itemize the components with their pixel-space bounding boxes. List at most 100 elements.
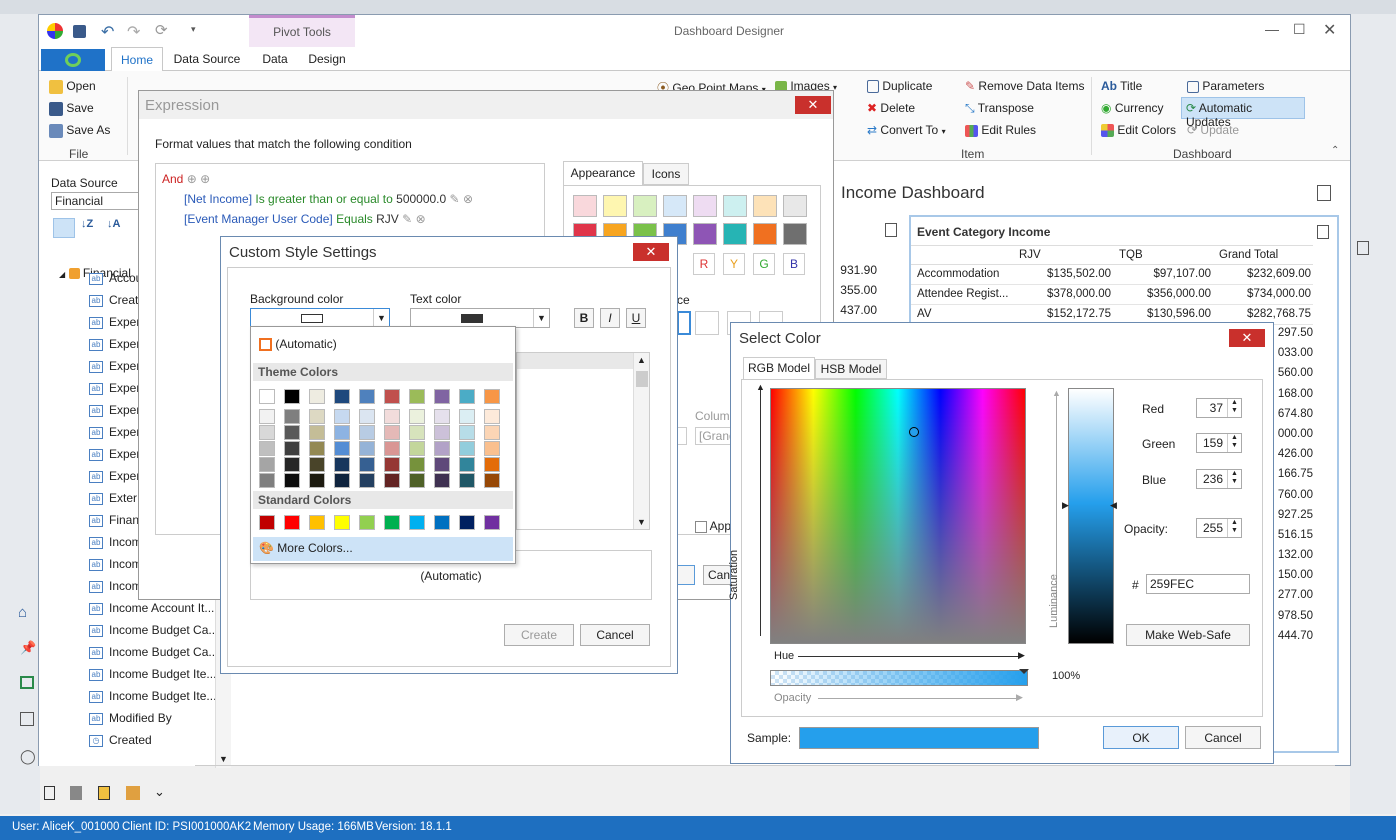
tab-hsb-model[interactable]: HSB Model bbox=[815, 359, 887, 379]
remove-icon[interactable]: ⊗ bbox=[463, 192, 473, 206]
color-swatch[interactable] bbox=[693, 195, 717, 217]
color-swatch[interactable] bbox=[723, 195, 747, 217]
color-swatch[interactable] bbox=[334, 441, 350, 456]
more-colors-option[interactable]: 🎨 More Colors... bbox=[253, 537, 513, 561]
empty-swatch[interactable] bbox=[695, 311, 719, 335]
condition-value[interactable]: RJV bbox=[376, 212, 399, 226]
luminance-handle-right[interactable]: ◀ bbox=[1110, 500, 1117, 511]
user-settings-icon[interactable] bbox=[126, 786, 140, 800]
export-icon[interactable] bbox=[1357, 241, 1369, 255]
list-item[interactable]: ab Income Budget Ite... bbox=[89, 689, 216, 709]
minimize-icon[interactable]: — bbox=[1265, 21, 1279, 37]
list-item[interactable]: ◷ Created bbox=[89, 733, 152, 753]
list-item[interactable]: ab Income Account It... bbox=[89, 601, 214, 621]
spin-icon[interactable]: ▲ ▼ bbox=[1227, 399, 1241, 417]
sort-az-icon[interactable]: ↓A bbox=[107, 218, 120, 230]
cancel-button[interactable]: Cancel bbox=[1185, 726, 1261, 749]
color-swatch[interactable] bbox=[663, 195, 687, 217]
tab-data[interactable]: Data bbox=[255, 52, 295, 66]
color-swatch[interactable] bbox=[484, 409, 500, 424]
color-swatch[interactable] bbox=[409, 389, 425, 404]
chevron-down-icon[interactable]: ⌄ bbox=[154, 784, 165, 800]
color-swatch[interactable] bbox=[434, 425, 450, 440]
text-color-select[interactable]: ▼ bbox=[410, 308, 550, 328]
color-swatch[interactable] bbox=[284, 457, 300, 472]
color-swatch[interactable] bbox=[334, 515, 350, 530]
color-swatch[interactable] bbox=[409, 441, 425, 456]
list-item[interactable]: ab Exper bbox=[89, 315, 140, 335]
color-swatch[interactable] bbox=[459, 409, 475, 424]
maximize-icon[interactable]: ☐ bbox=[1293, 21, 1306, 38]
color-swatch[interactable] bbox=[693, 223, 717, 245]
color-swatch[interactable] bbox=[259, 515, 275, 530]
list-item[interactable]: ab Exper bbox=[89, 359, 140, 379]
duplicate-button[interactable]: Duplicate bbox=[867, 79, 932, 94]
cancel-button[interactable]: Cancel bbox=[580, 624, 650, 646]
color-swatch[interactable] bbox=[259, 473, 275, 488]
edit-icon[interactable]: ✎ bbox=[450, 192, 460, 206]
color-swatch[interactable] bbox=[409, 409, 425, 424]
color-swatch[interactable] bbox=[459, 389, 475, 404]
bold-button[interactable]: B bbox=[574, 308, 594, 328]
color-swatch[interactable] bbox=[384, 389, 400, 404]
list-item[interactable]: ab Finan bbox=[89, 513, 139, 533]
green-spin[interactable]: 159 ▲ ▼ bbox=[1196, 433, 1242, 453]
remove-icon[interactable]: ⊗ bbox=[416, 212, 426, 226]
color-swatch[interactable] bbox=[384, 515, 400, 530]
and-node[interactable]: And ⊕ ⊕ bbox=[162, 172, 210, 186]
spin-icon[interactable]: ▲ ▼ bbox=[1227, 470, 1241, 488]
partial-apply-check[interactable]: App bbox=[695, 519, 731, 533]
list-item[interactable]: ab Accou bbox=[89, 271, 142, 291]
color-swatch[interactable] bbox=[783, 223, 807, 245]
color-swatch[interactable] bbox=[309, 515, 325, 530]
condition-op[interactable]: Equals bbox=[336, 212, 373, 226]
save-button[interactable]: Save bbox=[49, 101, 94, 116]
partial-ok-button[interactable] bbox=[677, 565, 695, 585]
color-swatch[interactable] bbox=[459, 515, 475, 530]
edit-colors-button[interactable]: Edit Colors bbox=[1101, 123, 1176, 138]
color-swatch[interactable] bbox=[603, 195, 627, 217]
underline-button[interactable]: U bbox=[626, 308, 646, 328]
tab-rgb-model[interactable]: RGB Model bbox=[743, 357, 815, 379]
color-swatch[interactable] bbox=[309, 457, 325, 472]
clipboard-icon[interactable] bbox=[44, 786, 55, 800]
export-icon[interactable] bbox=[885, 223, 897, 237]
background-color-select[interactable]: ▼ bbox=[250, 308, 390, 328]
scroll-thumb[interactable] bbox=[636, 371, 648, 387]
color-swatch[interactable] bbox=[484, 425, 500, 440]
color-swatch[interactable] bbox=[284, 409, 300, 424]
qat-dropdown-icon[interactable]: ▾ bbox=[191, 24, 196, 35]
list-item[interactable]: ab Exper bbox=[89, 425, 140, 445]
color-swatch[interactable] bbox=[334, 473, 350, 488]
letter-swatch[interactable]: B bbox=[783, 253, 805, 275]
blue-spin[interactable]: 236 ▲ ▼ bbox=[1196, 469, 1242, 489]
color-swatch[interactable] bbox=[459, 473, 475, 488]
color-swatch[interactable] bbox=[384, 409, 400, 424]
ok-button[interactable]: OK bbox=[1103, 726, 1179, 749]
home-icon[interactable]: ⌂ bbox=[18, 604, 27, 621]
opacity-slider[interactable] bbox=[770, 669, 1029, 687]
blue-value[interactable]: 236 bbox=[1203, 472, 1223, 486]
luminance-handle-left[interactable]: ▶ bbox=[1062, 500, 1069, 511]
opacity-handle[interactable] bbox=[1019, 669, 1029, 687]
color-swatch[interactable] bbox=[434, 515, 450, 530]
tab-design[interactable]: Design bbox=[305, 52, 349, 66]
color-swatch[interactable] bbox=[334, 425, 350, 440]
export-icon[interactable] bbox=[1317, 185, 1331, 201]
close-icon[interactable]: ✕ bbox=[795, 96, 831, 114]
tab-icons[interactable]: Icons bbox=[643, 163, 689, 185]
open-button[interactable]: Open bbox=[49, 79, 96, 94]
color-swatch[interactable] bbox=[284, 515, 300, 530]
partial-cancel-button[interactable]: Can bbox=[703, 565, 731, 585]
color-swatch[interactable] bbox=[633, 195, 657, 217]
color-swatch[interactable] bbox=[459, 441, 475, 456]
pin-icon[interactable]: 📌 bbox=[20, 640, 36, 656]
spin-icon[interactable]: ▲ ▼ bbox=[1227, 519, 1241, 537]
list-item[interactable]: ab Create bbox=[89, 293, 145, 313]
color-swatch[interactable] bbox=[309, 389, 325, 404]
condition-op[interactable]: Is greater than or equal to bbox=[255, 192, 392, 206]
letter-swatch[interactable]: G bbox=[753, 253, 775, 275]
color-swatch[interactable] bbox=[409, 425, 425, 440]
color-swatch[interactable] bbox=[384, 457, 400, 472]
list-item[interactable]: ab Exper bbox=[89, 337, 140, 357]
